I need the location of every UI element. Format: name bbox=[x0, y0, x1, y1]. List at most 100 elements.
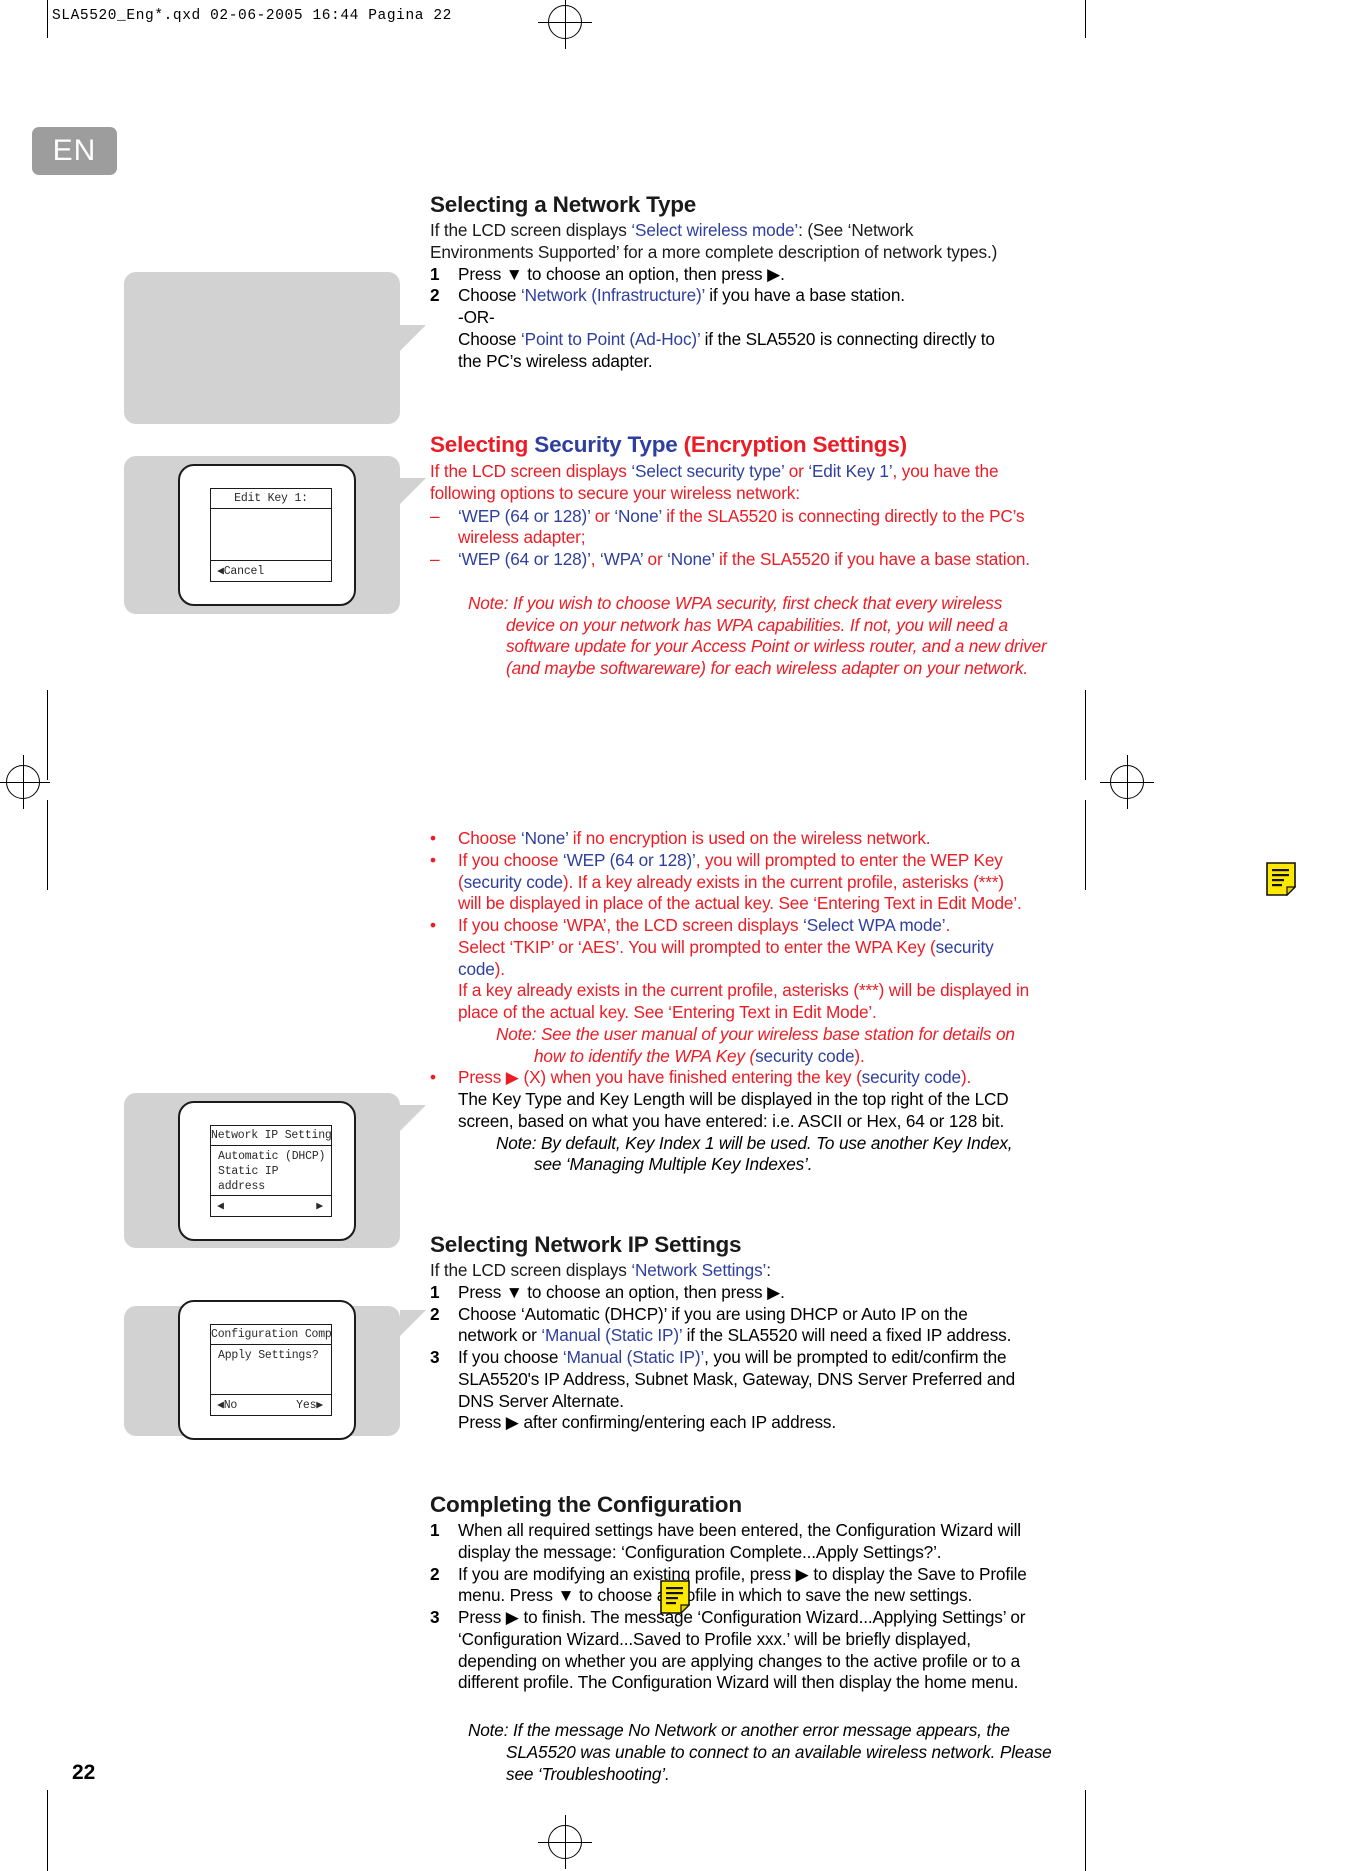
registration-mark-bottom bbox=[538, 1815, 592, 1869]
b3-blue-wpamode: ‘Select WPA mode’ bbox=[803, 915, 946, 935]
network-type-intro-blue: ‘Select wireless mode’ bbox=[631, 220, 799, 240]
security-dash-item-2: – ‘WEP (64 or 128)’, ‘WPA’ or ‘None’ if … bbox=[430, 549, 1030, 571]
nip3-a: If you choose bbox=[458, 1347, 563, 1367]
security-bullet-2: • If you choose ‘WEP (64 or 128)’, you w… bbox=[430, 850, 1030, 915]
illustration-pointer-network-ip bbox=[400, 1105, 426, 1131]
lcd-inner-config-complete: Configuration Complete: Apply Settings? … bbox=[210, 1324, 332, 1416]
lcd-softkey-no: ◀No bbox=[217, 1399, 238, 1412]
security-bullet-4: • Press ▶ (X) when you have finished ent… bbox=[430, 1067, 1030, 1176]
security-bullet-3: • If you choose ‘WPA’, the LCD screen di… bbox=[430, 915, 1030, 1067]
lcd-screen-config-complete: Configuration Complete: Apply Settings? … bbox=[178, 1300, 356, 1440]
security-bullet-1: • Choose ‘None’ if no encryption is used… bbox=[430, 828, 1030, 850]
b2-blue-wep: ‘WEP (64 or 128)’ bbox=[562, 849, 696, 870]
note-sticky-icon-completing bbox=[660, 1580, 690, 1614]
b4-note-key-index: Note: By default, Key Index 1 will be us… bbox=[496, 1132, 1013, 1175]
lcd-foot-edit-key: ◀Cancel bbox=[211, 560, 331, 581]
lcd-foot-network-ip: ◀ ▶ bbox=[211, 1195, 331, 1216]
step2-or-divider: -OR- bbox=[458, 307, 495, 327]
b3-line1: If you choose ‘WPA’, the LCD screen disp… bbox=[458, 915, 1030, 937]
crop-mark-top-right bbox=[1085, 0, 1086, 38]
security-note-wpa: Note: If you wish to choose WPA security… bbox=[468, 592, 1047, 678]
bullet-marker: • bbox=[430, 849, 437, 870]
step2-a: Choose bbox=[458, 285, 521, 306]
heading-completing-configuration: Completing the Configuration bbox=[430, 1492, 742, 1517]
network-type-step-2: 2 Choose ‘Network (Infrastructure)’ if y… bbox=[430, 285, 1020, 372]
dash1-mid: or bbox=[590, 505, 615, 526]
printer-file-slug: SLA5520_Eng*.qxd 02-06-2005 16:44 Pagina… bbox=[52, 8, 452, 24]
registration-mark-left bbox=[0, 755, 50, 809]
completing-step-1: 1 When all required settings have been e… bbox=[430, 1520, 1030, 1564]
registration-mark-right bbox=[1100, 755, 1154, 809]
lcd-softkey-cancel: ◀Cancel bbox=[217, 565, 264, 578]
step2-b: if you have a base station. bbox=[704, 285, 905, 306]
network-ip-step-2: 2 Choose ‘Automatic (DHCP)’ if you are u… bbox=[430, 1304, 1030, 1348]
lcd-body-edit-key bbox=[211, 509, 331, 560]
step2-c: Choose bbox=[458, 328, 521, 349]
security-intro-a: If the LCD screen displays bbox=[430, 461, 632, 481]
dash-text: ‘WEP (64 or 128)’ or ‘None’ if the SLA55… bbox=[458, 506, 1030, 550]
lcd-screen-network-ip: Network IP Settings: Automatic (DHCP) St… bbox=[178, 1101, 356, 1241]
step-number: 3 bbox=[430, 1607, 440, 1627]
crop-mark-bottom-right bbox=[1085, 1790, 1086, 1871]
dash-marker: – bbox=[430, 549, 440, 569]
dash-text: ‘WEP (64 or 128)’, ‘WPA’ or ‘None’ if th… bbox=[458, 549, 1030, 571]
step-text: Press ▼ to choose an option, then press … bbox=[458, 1281, 785, 1302]
section-security-bullets: • Choose ‘None’ if no encryption is used… bbox=[430, 828, 1030, 1176]
b3-l2a: Select ‘TKIP’ or ‘AES’. You will prompte… bbox=[458, 936, 936, 957]
dash-marker: – bbox=[430, 505, 440, 526]
security-dash-item-1: – ‘WEP (64 or 128)’ or ‘None’ if the SLA… bbox=[430, 506, 1030, 550]
page-number: 22 bbox=[72, 1761, 96, 1784]
step2-blue-adhoc: ‘Point to Point (Ad-Hoc)’ bbox=[520, 328, 700, 349]
step-text: Choose ‘Network (Infrastructure)’ if you… bbox=[458, 285, 1020, 372]
step2-blue-infrastructure: ‘Network (Infrastructure)’ bbox=[520, 285, 705, 306]
bullet-text: Press ▶ (X) when you have finished enter… bbox=[458, 1067, 1030, 1176]
network-ip-step-3: 3 If you choose ‘Manual (Static IP)’, yo… bbox=[430, 1347, 1030, 1434]
lcd-softkey-left-arrow-icon: ◀ bbox=[217, 1200, 224, 1213]
b3-line2: Select ‘TKIP’ or ‘AES’. You will prompte… bbox=[458, 937, 1030, 981]
illustration-pointer-edit-key bbox=[400, 478, 426, 504]
nip-intro-b: : bbox=[766, 1260, 771, 1280]
step-text: When all required settings have been ent… bbox=[458, 1520, 1021, 1562]
step-text: Press ▶ to finish. The message ‘Configur… bbox=[458, 1607, 1026, 1693]
security-intro-blue2: ‘Edit Key 1’ bbox=[808, 461, 893, 481]
crop-mark-mid-left-upper bbox=[47, 690, 48, 780]
lcd-softkey-yes: Yes▶ bbox=[296, 1399, 323, 1412]
step-number: 1 bbox=[430, 263, 440, 284]
step-text: Choose ‘Automatic (DHCP)’ if you are usi… bbox=[458, 1304, 1030, 1348]
network-type-step-1: 1 Press ▼ to choose an option, then pres… bbox=[430, 264, 1020, 286]
step-number: 3 bbox=[430, 1347, 440, 1367]
b3-note: Note: See the user manual of your wirele… bbox=[496, 1024, 1030, 1068]
lcd-prompt-apply-settings: Apply Settings? bbox=[218, 1349, 319, 1362]
lcd-screen-edit-key: Edit Key 1: ◀Cancel bbox=[178, 464, 356, 606]
completing-step-2: 2 If you are modifying an existing profi… bbox=[430, 1564, 1030, 1608]
b1-blue-none: ‘None’ bbox=[520, 828, 569, 848]
b4-line1: Press ▶ (X) when you have finished enter… bbox=[458, 1067, 1030, 1089]
b1-a: Choose bbox=[458, 828, 521, 848]
step-text: If you are modifying an existing profile… bbox=[458, 1563, 1027, 1606]
heading-security-red2: (Encryption Settings) bbox=[683, 432, 908, 457]
step-number: 1 bbox=[430, 1520, 440, 1540]
nip2-b: if the SLA5520 will need a fixed IP addr… bbox=[681, 1325, 1012, 1346]
step-text: If you choose ‘Manual (Static IP)’, you … bbox=[458, 1347, 1030, 1434]
bullet-text: Choose ‘None’ if no encryption is used o… bbox=[458, 828, 1030, 850]
page-root: SLA5520_Eng*.qxd 02-06-2005 16:44 Pagina… bbox=[0, 0, 1357, 1871]
lcd-foot-config-complete: ◀No Yes▶ bbox=[211, 1394, 331, 1415]
crop-mark-mid-left-lower bbox=[47, 800, 48, 890]
security-intro-b: or bbox=[784, 461, 809, 481]
lcd-title-network-ip: Network IP Settings: bbox=[211, 1126, 331, 1146]
illustration-pointer-network-type bbox=[400, 325, 426, 351]
crop-mark-bottom-left bbox=[47, 1790, 48, 1871]
crop-mark-mid-right-upper bbox=[1085, 690, 1086, 780]
lcd-inner-network-ip: Network IP Settings: Automatic (DHCP) St… bbox=[210, 1125, 332, 1217]
b1-b: if no encryption is used on the wireless… bbox=[568, 828, 931, 848]
bullet-marker: • bbox=[430, 828, 437, 848]
heading-security-red1: Selecting bbox=[430, 432, 535, 457]
step-number: 2 bbox=[430, 1563, 440, 1584]
section-completing-configuration: Completing the Configuration 1 When all … bbox=[430, 1492, 1052, 1785]
step-number: 1 bbox=[430, 1281, 440, 1302]
dash2-tail: if the SLA5520 if you have a base statio… bbox=[714, 549, 1030, 569]
dash1-blue-none: ‘None’ bbox=[614, 505, 662, 526]
network-ip-step-1: 1 Press ▼ to choose an option, then pres… bbox=[430, 1282, 1030, 1304]
step-text: Press ▼ to choose an option, then press … bbox=[458, 263, 785, 284]
language-tab-en: EN bbox=[32, 127, 117, 175]
